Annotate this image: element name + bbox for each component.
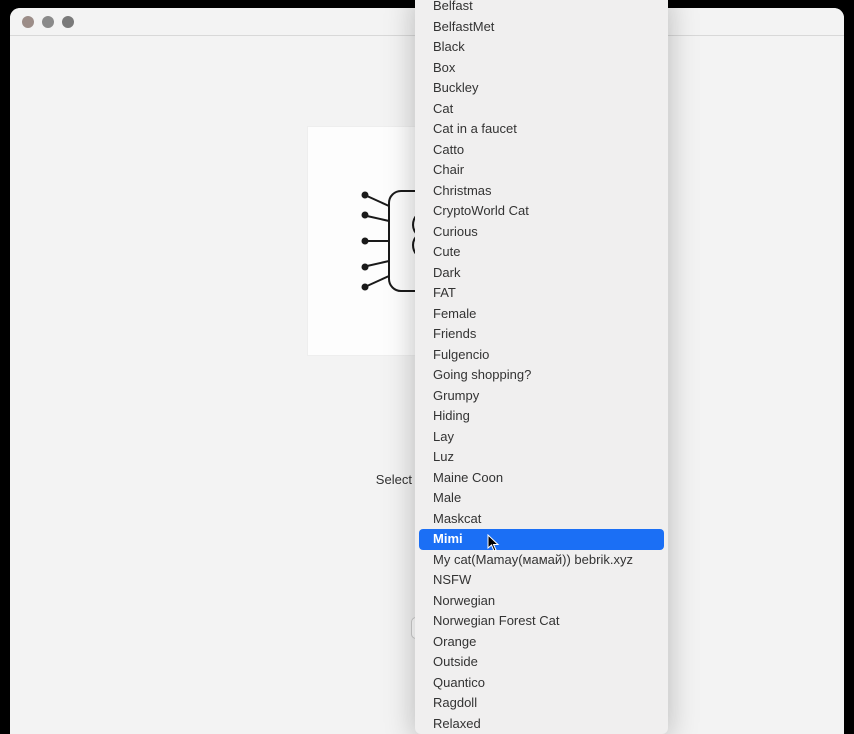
dropdown-item[interactable]: Lay — [419, 427, 664, 448]
dropdown-item[interactable]: Quantico — [419, 673, 664, 694]
dropdown-item[interactable]: Black — [419, 37, 664, 58]
dropdown-item[interactable]: Catto — [419, 140, 664, 161]
dropdown-item[interactable]: BelfastMet — [419, 17, 664, 38]
dropdown-item[interactable]: Relaxed — [419, 714, 664, 734]
dropdown-item[interactable]: NSFW — [419, 570, 664, 591]
dropdown-item[interactable]: Norwegian — [419, 591, 664, 612]
dropdown-item[interactable]: Cute — [419, 242, 664, 263]
dropdown-item[interactable]: Chair — [419, 160, 664, 181]
dropdown-item[interactable]: Belfast — [419, 0, 664, 17]
dropdown-item[interactable]: Fulgencio — [419, 345, 664, 366]
dropdown-item[interactable]: Christmas — [419, 181, 664, 202]
dropdown-item[interactable]: My cat(Mamay(мамай)) bebrik.xyz — [419, 550, 664, 571]
tag-dropdown-menu[interactable]: BelfastBelfastMetBlackBoxBuckleyCatCat i… — [415, 0, 668, 734]
dropdown-item[interactable]: Curious — [419, 222, 664, 243]
dropdown-item[interactable]: Grumpy — [419, 386, 664, 407]
dropdown-item[interactable]: Mimi — [419, 529, 664, 550]
dropdown-item[interactable]: Maine Coon — [419, 468, 664, 489]
close-window-button[interactable] — [22, 16, 34, 28]
dropdown-item[interactable]: Male — [419, 488, 664, 509]
dropdown-item[interactable]: Going shopping? — [419, 365, 664, 386]
dropdown-item[interactable]: Luz — [419, 447, 664, 468]
dropdown-item[interactable]: Box — [419, 58, 664, 79]
dropdown-item[interactable]: Norwegian Forest Cat — [419, 611, 664, 632]
dropdown-item[interactable]: Cat in a faucet — [419, 119, 664, 140]
dropdown-item[interactable]: Outside — [419, 652, 664, 673]
dropdown-item[interactable]: Cat — [419, 99, 664, 120]
dropdown-item[interactable]: Friends — [419, 324, 664, 345]
traffic-lights — [10, 16, 74, 28]
dropdown-item[interactable]: Dark — [419, 263, 664, 284]
dropdown-item[interactable]: FAT — [419, 283, 664, 304]
dropdown-item[interactable]: Female — [419, 304, 664, 325]
dropdown-item[interactable]: CryptoWorld Cat — [419, 201, 664, 222]
dropdown-item[interactable]: Maskcat — [419, 509, 664, 530]
dropdown-item[interactable]: Ragdoll — [419, 693, 664, 714]
maximize-window-button[interactable] — [62, 16, 74, 28]
dropdown-item[interactable]: Orange — [419, 632, 664, 653]
dropdown-item[interactable]: Buckley — [419, 78, 664, 99]
dropdown-item[interactable]: Hiding — [419, 406, 664, 427]
minimize-window-button[interactable] — [42, 16, 54, 28]
